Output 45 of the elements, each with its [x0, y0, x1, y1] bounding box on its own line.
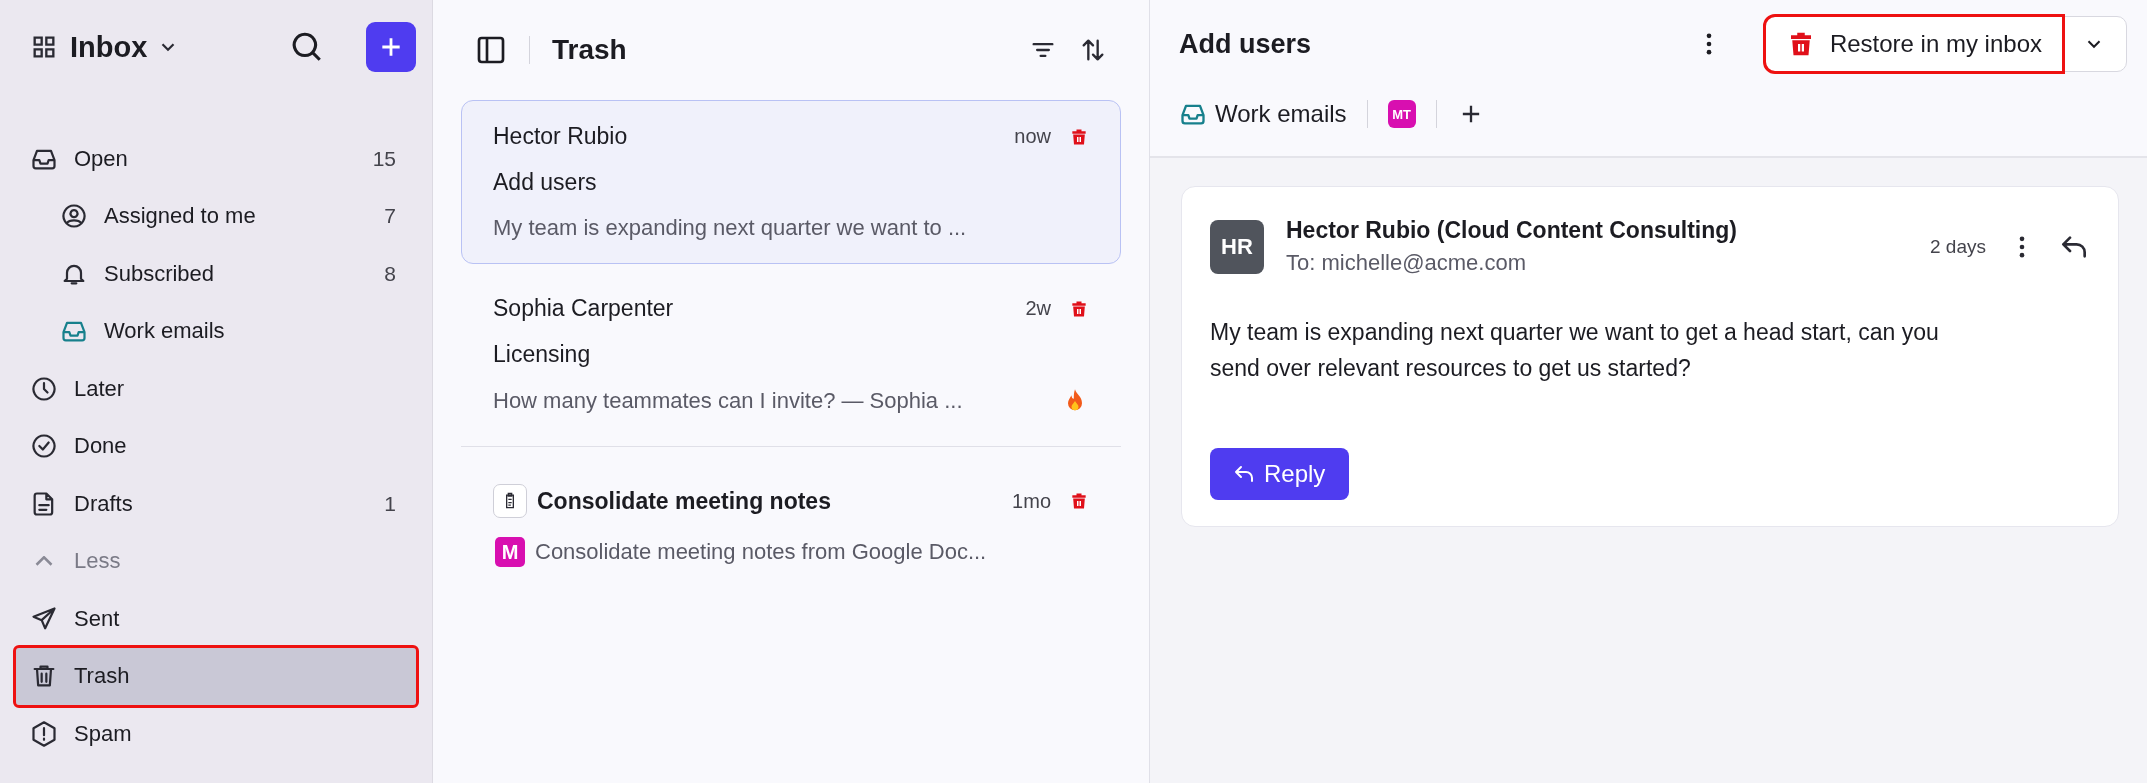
sidebar-item[interactable]: Done [16, 417, 416, 475]
message-item[interactable]: Hector Rubio now Add users My team is expanding next quarter we want to ... [461, 100, 1121, 264]
tag-badge: M [495, 537, 525, 567]
alert-hexagon-icon [30, 719, 58, 748]
message-preview: Consolidate meeting notes from Google Doc... [535, 539, 987, 565]
message-item[interactable]: Consolidate meeting notes 1mo M Consolidate meeting notes from Google Doc... [461, 461, 1121, 590]
message-time: 2 days [1930, 235, 1986, 258]
sender-name: Sophia Carpenter [493, 295, 674, 322]
sidebar-item[interactable]: Sent [16, 590, 416, 648]
folder-title: Trash [552, 34, 627, 66]
message-item[interactable]: Sophia Carpenter 2w Licensing How many teammates can I invite? — Sophia ... [461, 272, 1121, 438]
trash-icon [1069, 491, 1089, 511]
sidebar-item[interactable]: Trash [16, 647, 416, 705]
message-subject: Licensing [493, 341, 592, 368]
message-time: 1mo [1012, 489, 1051, 513]
sidebar-toggle-icon[interactable] [475, 34, 507, 66]
inbox-dropdown[interactable]: Inbox [70, 30, 180, 64]
message-preview: My team is expanding next quarter we want to ... [493, 215, 967, 241]
sidebar-item[interactable]: Subscribed 8 [16, 245, 416, 303]
sidebar-item[interactable]: Assigned to me 7 [16, 187, 416, 245]
sidebar-item[interactable]: Work emails [16, 302, 416, 360]
sender-name: Hector Rubio (Cloud Content Consulting) [1286, 217, 1737, 244]
inbox-tag[interactable]: Work emails [1179, 100, 1347, 128]
reply-button[interactable]: Reply [1210, 448, 1350, 500]
message-preview: How many teammates can I invite? — Sophia ... [493, 388, 963, 414]
conversation-title: Add users [1179, 28, 1312, 60]
compose-button[interactable] [366, 22, 416, 72]
less-toggle[interactable]: Less [16, 532, 416, 590]
chevron-up-icon [35, 556, 53, 567]
sender-name: Hector Rubio [493, 123, 628, 150]
message-time: 2w [1025, 297, 1051, 320]
sidebar-item[interactable]: Drafts 1 [16, 475, 416, 533]
assignee-avatar[interactable]: MT [1387, 100, 1416, 128]
task-title: Consolidate meeting notes [537, 487, 831, 515]
search-icon[interactable] [290, 30, 324, 64]
message-subject: Add users [493, 169, 598, 196]
sidebar-item[interactable]: Spam [16, 705, 416, 763]
sidebar-item[interactable]: Open 15 [16, 130, 416, 188]
recipient: To: michelle@acme.com [1286, 250, 1527, 276]
message-time: now [1014, 125, 1051, 148]
sender-avatar: HR [1210, 219, 1264, 274]
clock-icon [30, 374, 58, 403]
sidebar-item[interactable]: Later [16, 360, 416, 418]
message-body: My team is expanding next quarter we want to get a head start, can you send over relevant resources to get us started? [1210, 318, 1940, 383]
clipboard-icon [493, 484, 527, 518]
